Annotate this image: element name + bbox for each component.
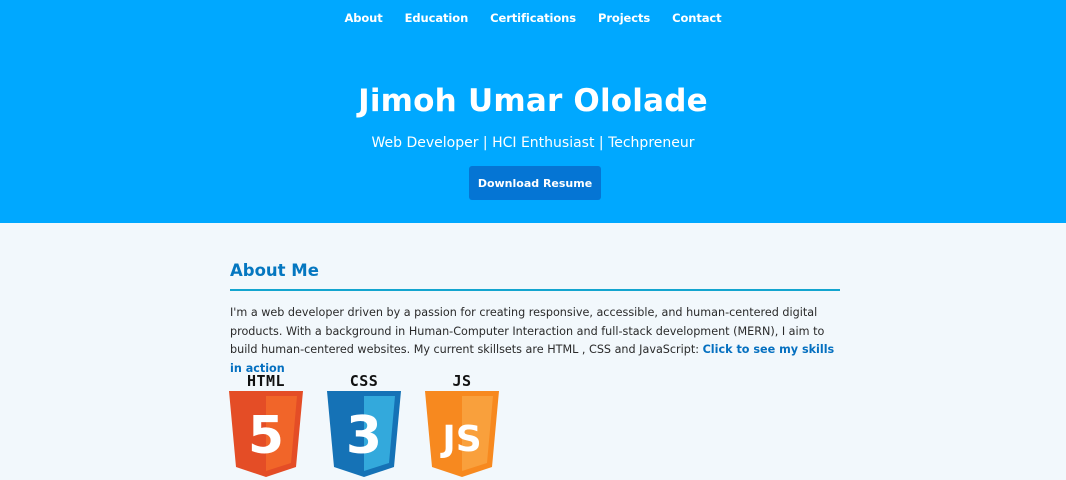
- html5-icon: 5: [229, 391, 303, 477]
- javascript-icon: JS: [425, 391, 499, 477]
- about-paragraph: I'm a web developer driven by a passion …: [230, 304, 842, 378]
- nav-about[interactable]: About: [344, 11, 382, 27]
- about-title: About Me: [230, 261, 319, 280]
- skill-html: HTML 5: [229, 372, 303, 477]
- css3-glyph: 3: [346, 406, 382, 466]
- html5-glyph: 5: [248, 406, 284, 466]
- skill-js: JS JS: [425, 372, 499, 477]
- hero-header: About Education Certifications Projects …: [0, 0, 1066, 223]
- skill-label: HTML: [246, 372, 286, 390]
- skill-label: CSS: [349, 372, 379, 390]
- top-nav: About Education Certifications Projects …: [0, 0, 1066, 27]
- nav-certifications[interactable]: Certifications: [490, 11, 576, 27]
- css3-icon: 3: [327, 391, 401, 477]
- skills-list: HTML 5 CSS 3 JS JS: [229, 372, 523, 477]
- skill-css: CSS 3: [327, 372, 401, 477]
- section-divider: [230, 289, 840, 291]
- javascript-glyph: JS: [439, 419, 481, 460]
- nav-projects[interactable]: Projects: [598, 11, 650, 27]
- download-resume-button[interactable]: Download Resume: [469, 166, 601, 200]
- skill-label: JS: [452, 372, 472, 390]
- hero-tagline: Web Developer | HCI Enthusiast | Techpre…: [371, 135, 695, 151]
- nav-contact[interactable]: Contact: [672, 11, 722, 27]
- hero-name: Jimoh Umar Ololade: [358, 83, 708, 119]
- nav-education[interactable]: Education: [405, 11, 469, 27]
